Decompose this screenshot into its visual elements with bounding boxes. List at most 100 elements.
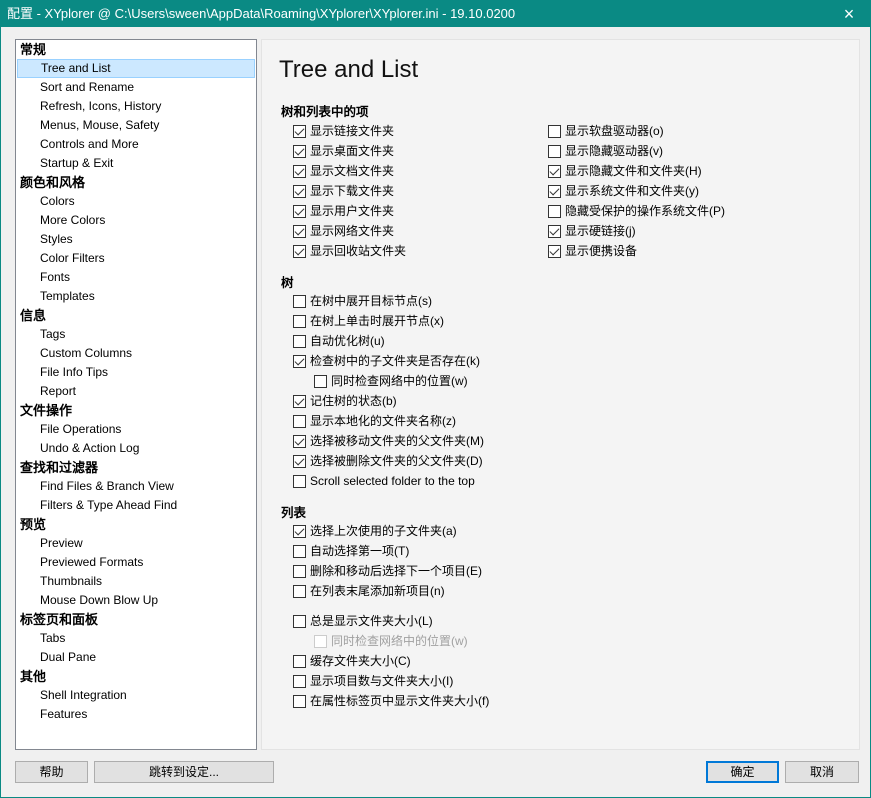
sidebar-item[interactable]: Find Files & Branch View xyxy=(17,477,255,496)
checkbox-unchecked-icon[interactable] xyxy=(548,124,561,138)
checkbox-option[interactable]: 选择被移动文件夹的父文件夹(M) xyxy=(293,432,484,450)
checkbox-checked-icon[interactable] xyxy=(548,164,561,178)
checkbox-unchecked-icon[interactable] xyxy=(293,694,306,708)
sidebar-item[interactable]: Mouse Down Blow Up xyxy=(17,591,255,610)
checkbox-option[interactable]: 在属性标签页中显示文件夹大小(f) xyxy=(293,692,489,710)
checkbox-option[interactable]: 显示隐藏文件和文件夹(H) xyxy=(548,162,702,180)
checkbox-checked-icon[interactable] xyxy=(293,224,306,238)
checkbox-unchecked-icon[interactable] xyxy=(293,544,306,558)
sidebar-category[interactable]: 其他 xyxy=(17,667,255,686)
checkbox-unchecked-icon[interactable] xyxy=(293,334,306,348)
checkbox-unchecked-icon[interactable] xyxy=(293,564,306,578)
sidebar-item[interactable]: Shell Integration xyxy=(17,686,255,705)
checkbox-option[interactable]: 在树上单击时展开节点(x) xyxy=(293,312,444,330)
checkbox-option[interactable]: 显示软盘驱动器(o) xyxy=(548,122,664,140)
sidebar-item[interactable]: File Operations xyxy=(17,420,255,439)
checkbox-option[interactable]: 总是显示文件夹大小(L) xyxy=(293,612,433,630)
sidebar-item[interactable]: Features xyxy=(17,705,255,724)
sidebar-item[interactable]: Undo & Action Log xyxy=(17,439,255,458)
checkbox-option[interactable]: 显示文档文件夹 xyxy=(293,162,394,180)
checkbox-checked-icon[interactable] xyxy=(293,454,306,468)
checkbox-option[interactable]: 缓存文件夹大小(C) xyxy=(293,652,411,670)
checkbox-option[interactable]: 自动优化树(u) xyxy=(293,332,385,350)
sidebar-item[interactable]: Templates xyxy=(17,287,255,306)
checkbox-unchecked-icon[interactable] xyxy=(293,584,306,598)
checkbox-option[interactable]: 同时检查网络中的位置(w) xyxy=(314,372,468,390)
checkbox-option[interactable]: 显示项目数与文件夹大小(I) xyxy=(293,672,453,690)
sidebar-item[interactable]: Tags xyxy=(17,325,255,344)
checkbox-checked-icon[interactable] xyxy=(548,184,561,198)
checkbox-option[interactable]: 隐藏受保护的操作系统文件(P) xyxy=(548,202,725,220)
checkbox-option[interactable]: 显示硬链接(j) xyxy=(548,222,636,240)
sidebar-item[interactable]: Color Filters xyxy=(17,249,255,268)
close-icon[interactable]: × xyxy=(826,1,871,27)
checkbox-unchecked-icon[interactable] xyxy=(293,294,306,308)
sidebar-category[interactable]: 预览 xyxy=(17,515,255,534)
sidebar-item[interactable]: File Info Tips xyxy=(17,363,255,382)
checkbox-option[interactable]: 显示隐藏驱动器(v) xyxy=(548,142,663,160)
sidebar-item[interactable]: Filters & Type Ahead Find xyxy=(17,496,255,515)
checkbox-option[interactable]: 自动选择第一项(T) xyxy=(293,542,409,560)
checkbox-unchecked-icon[interactable] xyxy=(548,144,561,158)
sidebar-item[interactable]: Report xyxy=(17,382,255,401)
sidebar-item[interactable]: Startup & Exit xyxy=(17,154,255,173)
checkbox-option[interactable]: 检查树中的子文件夹是否存在(k) xyxy=(293,352,480,370)
checkbox-checked-icon[interactable] xyxy=(293,354,306,368)
sidebar-category[interactable]: 标签页和面板 xyxy=(17,610,255,629)
checkbox-option[interactable]: 显示便携设备 xyxy=(548,242,637,260)
sidebar-category[interactable]: 颜色和风格 xyxy=(17,173,255,192)
help-button[interactable]: 帮助 xyxy=(15,761,88,783)
checkbox-option[interactable]: Scroll selected folder to the top xyxy=(293,472,475,490)
sidebar-category[interactable]: 常规 xyxy=(17,40,255,59)
checkbox-option[interactable]: 显示链接文件夹 xyxy=(293,122,394,140)
checkbox-option[interactable]: 显示桌面文件夹 xyxy=(293,142,394,160)
sidebar-item[interactable]: Styles xyxy=(17,230,255,249)
checkbox-option[interactable]: 在树中展开目标节点(s) xyxy=(293,292,432,310)
checkbox-option[interactable]: 显示系统文件和文件夹(y) xyxy=(548,182,699,200)
checkbox-option[interactable]: 显示网络文件夹 xyxy=(293,222,394,240)
ok-button[interactable]: 确定 xyxy=(706,761,779,783)
sidebar-item[interactable]: Fonts xyxy=(17,268,255,287)
sidebar-item[interactable]: Controls and More xyxy=(17,135,255,154)
checkbox-option[interactable]: 记住树的状态(b) xyxy=(293,392,397,410)
checkbox-checked-icon[interactable] xyxy=(293,124,306,138)
sidebar-item[interactable]: Refresh, Icons, History xyxy=(17,97,255,116)
sidebar-item[interactable]: Tree and List xyxy=(17,59,255,78)
goto-setting-button[interactable]: 跳转到设定... xyxy=(94,761,274,783)
checkbox-unchecked-icon[interactable] xyxy=(314,374,327,388)
checkbox-unchecked-icon[interactable] xyxy=(293,614,306,628)
sidebar-item[interactable]: Preview xyxy=(17,534,255,553)
sidebar-item[interactable]: Sort and Rename xyxy=(17,78,255,97)
sidebar-item[interactable]: Dual Pane xyxy=(17,648,255,667)
checkbox-checked-icon[interactable] xyxy=(293,204,306,218)
sidebar-item[interactable]: Tabs xyxy=(17,629,255,648)
checkbox-unchecked-icon[interactable] xyxy=(293,474,306,488)
sidebar-item[interactable]: Thumbnails xyxy=(17,572,255,591)
checkbox-option[interactable]: 在列表末尾添加新项目(n) xyxy=(293,582,445,600)
sidebar-item[interactable]: More Colors xyxy=(17,211,255,230)
sidebar-item[interactable]: Colors xyxy=(17,192,255,211)
checkbox-checked-icon[interactable] xyxy=(293,244,306,258)
checkbox-option[interactable]: 选择上次使用的子文件夹(a) xyxy=(293,522,457,540)
checkbox-checked-icon[interactable] xyxy=(293,184,306,198)
checkbox-checked-icon[interactable] xyxy=(293,434,306,448)
checkbox-unchecked-icon[interactable] xyxy=(548,204,561,218)
checkbox-unchecked-icon[interactable] xyxy=(293,414,306,428)
checkbox-checked-icon[interactable] xyxy=(293,144,306,158)
checkbox-checked-icon[interactable] xyxy=(548,244,561,258)
checkbox-option[interactable]: 显示本地化的文件夹名称(z) xyxy=(293,412,456,430)
sidebar-category[interactable]: 文件操作 xyxy=(17,401,255,420)
sidebar-category[interactable]: 信息 xyxy=(17,306,255,325)
checkbox-unchecked-icon[interactable] xyxy=(293,654,306,668)
checkbox-unchecked-icon[interactable] xyxy=(293,674,306,688)
cancel-button[interactable]: 取消 xyxy=(785,761,859,783)
checkbox-checked-icon[interactable] xyxy=(293,394,306,408)
checkbox-option[interactable]: 显示下载文件夹 xyxy=(293,182,394,200)
sidebar-item[interactable]: Previewed Formats xyxy=(17,553,255,572)
checkbox-checked-icon[interactable] xyxy=(293,524,306,538)
checkbox-unchecked-icon[interactable] xyxy=(293,314,306,328)
checkbox-option[interactable]: 选择被删除文件夹的父文件夹(D) xyxy=(293,452,483,470)
sidebar-item[interactable]: Custom Columns xyxy=(17,344,255,363)
checkbox-checked-icon[interactable] xyxy=(548,224,561,238)
checkbox-option[interactable]: 显示回收站文件夹 xyxy=(293,242,406,260)
